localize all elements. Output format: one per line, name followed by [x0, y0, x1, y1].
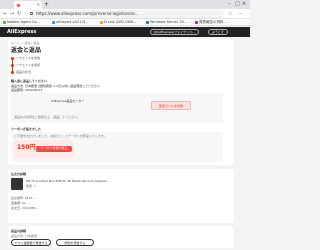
return-heading: 購入者に返品してください: [11, 79, 47, 83]
maximize-icon[interactable]: □: [235, 0, 240, 9]
ship-yamato-button[interactable]: ヤマト運輸便で発送する: [11, 239, 51, 246]
bookmark-icon: [146, 20, 149, 24]
star-icon[interactable]: ☆: [228, 10, 232, 18]
bookmark-item[interactable]: Windows Server 20...: [146, 19, 187, 26]
lock-icon: [30, 12, 33, 15]
claim-coupon-button[interactable]: クーポンを受け取る: [36, 146, 72, 152]
product-image[interactable]: [11, 178, 23, 190]
return-card: ホーム > 返金と返品 返金と返品 リクエストを送信 リクエストを承認 返品の状…: [8, 39, 234, 165]
order-number: 注文番号: 8151...: [11, 196, 36, 200]
return-deadline-text: 返品期限: 2022/09/22: [11, 88, 43, 92]
step-dot: [11, 63, 14, 67]
back-icon[interactable]: ←: [3, 10, 7, 18]
browser-tab-active[interactable]: ×: [14, 1, 42, 9]
coupon-ticket: 150円 クーポンを受け取る: [14, 140, 74, 158]
page-title: 返金と返品: [11, 47, 42, 54]
bookmark-icon: [195, 20, 198, 24]
step-dot: [11, 70, 14, 74]
step-item: リクエストを送信: [11, 56, 40, 60]
bookmark-icon: [52, 20, 55, 24]
bookmark-item[interactable]: D sink DVD-GDB...: [100, 19, 136, 26]
order-card: 注文の詳細 SD TV Junction Box PCB for Mi Robo…: [8, 169, 234, 223]
bookmark-item[interactable]: Natalie Agent Co...: [3, 19, 40, 26]
product-quantity: 数量: 1: [26, 184, 36, 188]
order-heading: 注文の詳細: [11, 172, 27, 176]
return-detail-text: 返品方法: 日本郵便: [11, 234, 37, 238]
browser-tabbar: × + – □ ×: [0, 0, 250, 9]
menu-icon[interactable]: ⋯: [238, 10, 243, 18]
coupon-heading: クーポンが届きました: [11, 127, 42, 131]
print-label-button[interactable]: 配送ラベルを印刷: [151, 101, 191, 110]
return-detail-heading: 返品の詳細: [11, 229, 27, 233]
minimize-icon[interactable]: –: [228, 0, 231, 9]
bookmarks-bar: Natalie Agent Co... uBlizcart vA21 N... …: [0, 19, 250, 26]
product-title[interactable]: SD TV Junction Box PCB for Mi Robot Vacu…: [26, 179, 109, 183]
aliexpress-logo[interactable]: AliExpress: [7, 27, 36, 37]
refund-amount: 返金額: ¥1,...: [11, 201, 30, 205]
reload-icon[interactable]: ↻: [17, 10, 21, 18]
bookmark-item[interactable]: 発表報告の資料...: [195, 19, 227, 26]
step-dot: [11, 56, 14, 60]
step-item: リクエストを承認: [11, 63, 40, 67]
site-header: AliExpress JP/AliExpress/ファイナンス... ようこそ: [0, 27, 250, 37]
new-tab-button[interactable]: +: [44, 0, 49, 9]
return-info-text: 返品先の住所をご確認の上、返品してください。: [14, 115, 80, 119]
account-button[interactable]: ようこそ: [208, 29, 229, 35]
address-bar-row: ← → ↻ https://www.aliexpress.com/p/rever…: [0, 9, 250, 19]
bookmark-icon: [100, 20, 103, 24]
return-detail-card: 返品の詳細 返品方法: 日本郵便 ヤマト運輸便で発送する 問題を報告する: [8, 226, 234, 248]
return-info-box: AliExpress返品センター 配送ラベルを印刷 返品先の住所をご確認の上、返…: [11, 93, 223, 123]
forward-icon[interactable]: →: [10, 10, 14, 18]
order-date: 注文日: 2022/08/...: [11, 206, 39, 210]
return-center-label: AliExpress返品センター: [51, 99, 85, 103]
bookmark-icon: [3, 20, 6, 24]
bookmark-item[interactable]: uBlizcart vA21 N...: [52, 19, 88, 26]
main-content: ホーム > 返金と返品 返金と返品 リクエストを送信 リクエストを承認 返品の状…: [0, 37, 250, 250]
url-text: https://www.aliexpress.com/p/reverse-log…: [36, 11, 139, 16]
ship-to-button[interactable]: JP/AliExpress/ファイナンス...: [150, 29, 199, 35]
url-input[interactable]: https://www.aliexpress.com/p/reverse-log…: [28, 10, 224, 18]
coupon-box: ご不便をおかけしました。お詫びとしてクーポンを贈呈いたします。 150円 クーポ…: [11, 132, 223, 162]
aliexpress-favicon-icon: [17, 4, 20, 7]
step-item: 返品の状況: [11, 70, 31, 74]
close-tab-icon[interactable]: ×: [37, 1, 40, 9]
close-window-icon[interactable]: ×: [242, 0, 246, 9]
coupon-amount: 150円: [17, 144, 36, 151]
report-problem-button[interactable]: 問題を報告する: [56, 239, 94, 246]
coupon-text: ご不便をおかけしました。お詫びとしてクーポンを贈呈いたします。: [14, 134, 107, 138]
